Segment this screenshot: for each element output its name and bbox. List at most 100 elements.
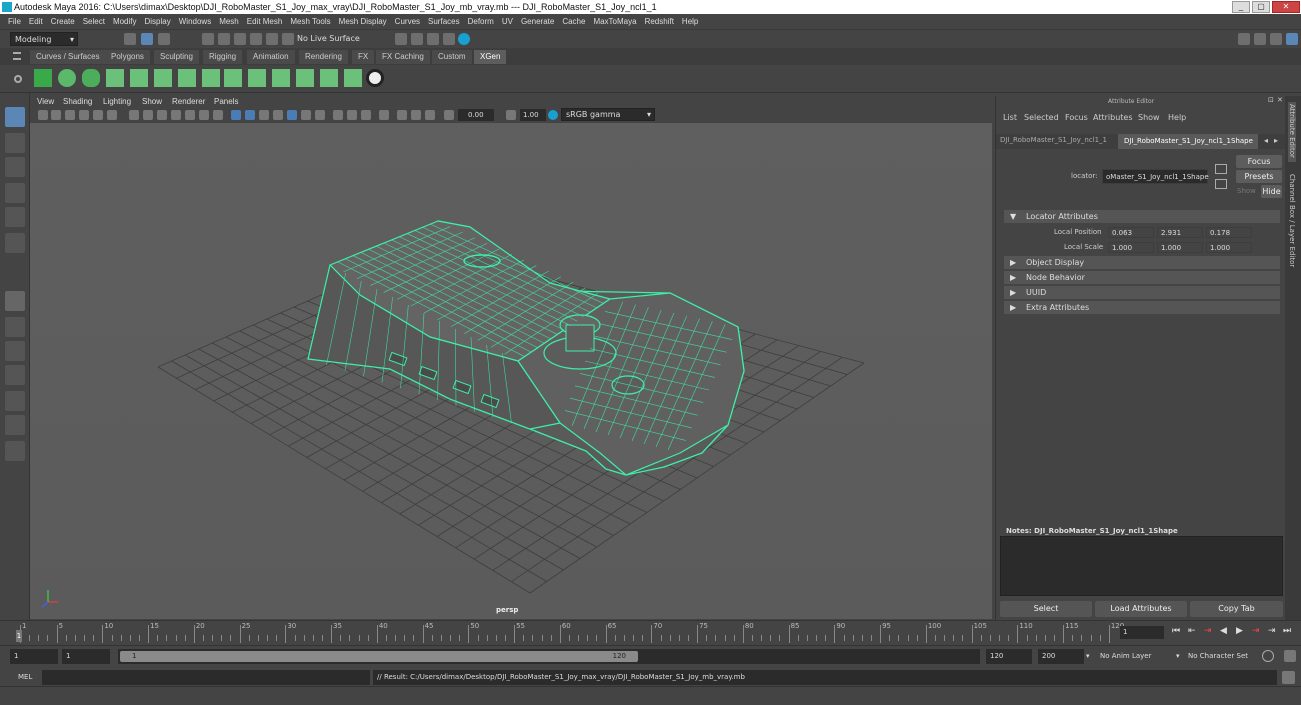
workspace-icon[interactable] xyxy=(1238,33,1250,45)
select-by-object-icon[interactable] xyxy=(141,33,153,45)
float-panel-icon[interactable]: ⊡ xyxy=(1268,96,1274,104)
menu-edit[interactable]: Edit xyxy=(29,17,43,26)
range-slider-bar[interactable]: 1 120 xyxy=(120,651,638,662)
shelf-tab-fx-caching[interactable]: FX Caching xyxy=(376,50,430,64)
wireframe-icon[interactable] xyxy=(231,110,241,120)
current-time-marker[interactable]: 1 xyxy=(16,630,22,642)
graph-editor-layout-icon[interactable] xyxy=(5,391,25,411)
camera-attributes-icon[interactable] xyxy=(51,110,61,120)
menu-uv[interactable]: UV xyxy=(502,17,513,26)
ae-menu-list[interactable]: List xyxy=(1003,113,1017,122)
shelf-tab-animation[interactable]: Animation xyxy=(247,50,295,64)
menu-edit-mesh[interactable]: Edit Mesh xyxy=(247,17,283,26)
ipr-render-icon[interactable] xyxy=(411,33,423,45)
shelf-tab-polygons[interactable]: Polygons xyxy=(105,50,150,64)
focus-button[interactable]: Focus xyxy=(1236,155,1282,168)
section-locator-attributes[interactable]: ▼ Locator Attributes xyxy=(1004,210,1280,223)
grid-icon[interactable] xyxy=(129,110,139,120)
xgen-collection-icon[interactable] xyxy=(82,69,100,87)
preferences-icon[interactable] xyxy=(1284,650,1296,662)
range-slider-track[interactable]: 1 120 xyxy=(118,649,980,664)
ae-menu-show[interactable]: Show xyxy=(1138,113,1160,122)
section-uuid[interactable]: ▶ UUID xyxy=(1004,286,1280,299)
menu-deform[interactable]: Deform xyxy=(468,17,494,26)
menu-help[interactable]: Help xyxy=(682,17,698,26)
step-back-frame-icon[interactable]: ⇥ xyxy=(1204,626,1212,636)
hypershade-icon[interactable] xyxy=(443,33,455,45)
resolution-gate-icon[interactable] xyxy=(157,110,167,120)
play-forwards-icon[interactable]: ▶ xyxy=(1236,626,1243,636)
snap-view-plane-icon[interactable] xyxy=(250,33,262,45)
make-live-icon[interactable] xyxy=(266,33,278,45)
section-extra-attributes[interactable]: ▶ Extra Attributes xyxy=(1004,301,1280,314)
local-position-x[interactable]: 0.063 xyxy=(1108,227,1154,238)
single-perspective-layout-icon[interactable] xyxy=(5,291,25,311)
field-chart-icon[interactable] xyxy=(185,110,195,120)
outliner-layout-icon[interactable] xyxy=(5,365,25,385)
xgen-guides-icon[interactable] xyxy=(106,69,124,87)
snap-curve-icon[interactable] xyxy=(218,33,230,45)
four-view-layout-icon[interactable] xyxy=(5,317,25,337)
viewport-menu-view[interactable]: View xyxy=(37,96,54,108)
move-tool-icon[interactable] xyxy=(5,183,25,203)
shadows-icon[interactable] xyxy=(301,110,311,120)
menu-display[interactable]: Display xyxy=(145,17,171,26)
animation-start-field[interactable]: 1 xyxy=(10,649,58,664)
script-language-toggle[interactable]: MEL xyxy=(10,671,40,684)
shelf-tab-custom[interactable]: Custom xyxy=(432,50,472,64)
xgen-cut-icon[interactable] xyxy=(320,69,338,87)
time-slider-track[interactable]: 1 5 10 15 20 25 30 35 40 45 50 55 60 65 70 75 80 85 90 95 10… xyxy=(16,621,1124,645)
play-backwards-icon[interactable]: ◀ xyxy=(1220,626,1227,636)
menu-mesh-display[interactable]: Mesh Display xyxy=(339,17,387,26)
depth-of-field-icon[interactable] xyxy=(361,110,371,120)
ae-menu-focus[interactable]: Focus xyxy=(1065,113,1088,122)
wireframe-on-shaded-icon[interactable] xyxy=(259,110,269,120)
anti-aliasing-icon[interactable] xyxy=(347,110,357,120)
gate-mask-icon[interactable] xyxy=(171,110,181,120)
smooth-shade-icon[interactable] xyxy=(245,110,255,120)
rotate-tool-icon[interactable] xyxy=(5,207,25,227)
image-plane-icon[interactable] xyxy=(79,110,89,120)
step-forward-frame-icon[interactable]: ⇥ xyxy=(1252,626,1260,636)
menu-surfaces[interactable]: Surfaces xyxy=(428,17,460,26)
screen-space-ao-icon[interactable] xyxy=(315,110,325,120)
xgen-guide-length-icon[interactable] xyxy=(178,69,196,87)
shelf-tab-curves-surfaces[interactable]: Curves / Surfaces xyxy=(30,50,106,64)
anim-layer-dropdown[interactable]: No Anim Layer xyxy=(1100,649,1178,664)
menu-maxtomaya[interactable]: MaxToMaya xyxy=(593,17,636,26)
shelf-options-icon[interactable] xyxy=(14,75,22,83)
custom-layout-icon[interactable] xyxy=(5,441,25,461)
ae-tab-transform[interactable]: DJI_RoboMaster_S1_Joy_ncl1_1 xyxy=(1000,136,1107,144)
motion-blur-icon[interactable] xyxy=(333,110,343,120)
textured-icon[interactable] xyxy=(273,110,283,120)
ae-menu-attributes[interactable]: Attributes xyxy=(1093,113,1133,122)
command-input[interactable] xyxy=(42,670,370,685)
snap-point-icon[interactable] xyxy=(234,33,246,45)
xgen-window-icon[interactable] xyxy=(34,69,52,87)
exposure-icon[interactable] xyxy=(444,110,454,120)
viewport-menu-show[interactable]: Show xyxy=(142,96,162,108)
viewport-menu-lighting[interactable]: Lighting xyxy=(103,96,131,108)
ae-tab-prev-icon[interactable]: ◂ xyxy=(1264,136,1268,145)
locator-name-field[interactable]: oMaster_S1_Joy_ncl1_1Shape xyxy=(1102,169,1209,184)
focus-input-icon[interactable] xyxy=(1215,164,1227,174)
menu-file[interactable]: File xyxy=(8,17,21,26)
xgen-preview-icon[interactable] xyxy=(366,69,384,87)
menu-windows[interactable]: Windows xyxy=(179,17,211,26)
exposure-field[interactable]: 0.00 xyxy=(458,109,494,121)
hypershade-layout-icon[interactable] xyxy=(5,415,25,435)
render-current-frame-icon[interactable] xyxy=(395,33,407,45)
menu-create[interactable]: Create xyxy=(51,17,75,26)
shelf-tab-xgen[interactable]: XGen xyxy=(474,50,507,64)
xgen-add-guide-icon[interactable] xyxy=(130,69,148,87)
menu-select[interactable]: Select xyxy=(83,17,105,26)
select-tool-icon[interactable] xyxy=(5,107,25,127)
menu-modify[interactable]: Modify xyxy=(113,17,137,26)
shelf-tab-rendering[interactable]: Rendering xyxy=(299,50,348,64)
section-node-behavior[interactable]: ▶ Node Behavior xyxy=(1004,271,1280,284)
current-frame-field[interactable]: 1 xyxy=(1120,626,1164,639)
safe-action-icon[interactable] xyxy=(199,110,209,120)
notes-textarea[interactable] xyxy=(1000,536,1283,596)
ae-tab-next-icon[interactable]: ▸ xyxy=(1274,136,1278,145)
xgen-layers-icon[interactable] xyxy=(248,69,266,87)
